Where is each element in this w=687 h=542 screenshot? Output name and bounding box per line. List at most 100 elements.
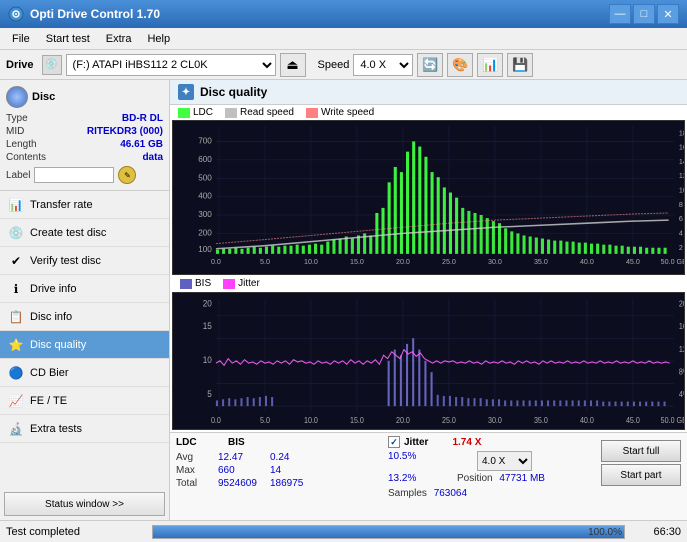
svg-text:5.0: 5.0 (260, 416, 270, 425)
samples-label: Samples (388, 488, 427, 499)
svg-text:30.0: 30.0 (488, 258, 502, 266)
svg-text:15: 15 (203, 321, 212, 331)
drive-info-label: Drive info (30, 283, 76, 295)
chart1-container: 700 600 500 400 300 200 100 18 X 16 X 14… (172, 120, 685, 275)
speed-value: 1.74 X (452, 437, 481, 448)
bis-legend-label: BIS (195, 278, 211, 289)
stats-area: LDC BIS Avg 12.47 0.24 Max 660 14 Total … (170, 432, 687, 520)
max-bis: 14 (270, 465, 320, 476)
progress-text: 100.0% (588, 526, 622, 540)
svg-text:35.0: 35.0 (534, 416, 548, 425)
drive-info-icon: ℹ (8, 281, 24, 297)
speed-select[interactable]: 4.0 X 2.0 X 8.0 X (353, 54, 413, 76)
svg-text:4 X: 4 X (679, 229, 685, 237)
svg-text:20: 20 (203, 298, 212, 308)
contents-val: data (142, 152, 163, 163)
nav-items: 📊 Transfer rate 💿 Create test disc ✔ Ver… (0, 191, 169, 488)
svg-text:40.0: 40.0 (580, 258, 594, 266)
disc-quality-header: ✦ Disc quality (170, 80, 687, 105)
svg-text:6 X: 6 X (679, 215, 685, 223)
mid-key: MID (6, 126, 24, 137)
svg-text:12%: 12% (679, 345, 685, 354)
ldc-legend-box (178, 108, 190, 118)
disc-quality-title: Disc quality (200, 85, 267, 99)
drive-select[interactable]: (F:) ATAPI iHBS112 2 CL0K (66, 54, 276, 76)
write-speed-legend-box (306, 108, 318, 118)
sidebar-item-disc-info[interactable]: 📋 Disc info (0, 303, 169, 331)
sidebar-item-cd-bier[interactable]: 🔵 CD Bier (0, 359, 169, 387)
jitter-legend-label: Jitter (238, 278, 260, 289)
avg-ldc: 12.47 (218, 452, 268, 463)
sidebar-item-disc-quality[interactable]: ⭐ Disc quality (0, 331, 169, 359)
app-icon (8, 6, 24, 22)
samples-value: 763064 (434, 488, 467, 499)
svg-text:20.0: 20.0 (396, 416, 410, 425)
disc-info-label: Disc info (30, 311, 72, 323)
total-ldc: 9524609 (218, 478, 268, 489)
speed-select-stats[interactable]: 4.0 X (477, 451, 532, 471)
svg-text:300: 300 (198, 210, 212, 219)
sidebar-item-drive-info[interactable]: ℹ Drive info (0, 275, 169, 303)
sidebar-item-fe-te[interactable]: 📈 FE / TE (0, 387, 169, 415)
jitter-legend-box (223, 279, 235, 289)
minimize-button[interactable]: — (609, 4, 631, 24)
disc-quality-icon-header: ✦ (178, 84, 194, 100)
color-button[interactable]: 🎨 (447, 53, 473, 77)
maximize-button[interactable]: □ (633, 4, 655, 24)
svg-text:0.0: 0.0 (211, 258, 221, 266)
main-content: Disc Type BD-R DL MID RITEKDR3 (000) Len… (0, 80, 687, 520)
transfer-rate-label: Transfer rate (30, 199, 93, 211)
svg-text:16 X: 16 X (679, 144, 685, 152)
menu-file[interactable]: File (4, 31, 38, 47)
svg-text:4%: 4% (679, 390, 685, 399)
menu-start-test[interactable]: Start test (38, 31, 98, 47)
svg-text:5: 5 (207, 389, 212, 399)
jitter-checkbox[interactable]: ✓ (388, 436, 400, 448)
app-title: Opti Drive Control 1.70 (30, 7, 160, 21)
max-label: Max (176, 465, 216, 476)
drive-icon: 💿 (42, 55, 62, 75)
disc-info-panel: Disc Type BD-R DL MID RITEKDR3 (000) Len… (0, 80, 169, 191)
length-val: 46.61 GB (120, 139, 163, 150)
sidebar-item-transfer-rate[interactable]: 📊 Transfer rate (0, 191, 169, 219)
label-edit-button[interactable]: ✎ (118, 166, 136, 184)
svg-text:5.0: 5.0 (260, 258, 270, 266)
svg-text:12 X: 12 X (679, 172, 685, 180)
extra-tests-label: Extra tests (30, 423, 82, 435)
svg-text:500: 500 (198, 173, 212, 182)
disc-icon (6, 86, 28, 108)
bis-legend-box (180, 279, 192, 289)
close-button[interactable]: ✕ (657, 4, 679, 24)
eject-button[interactable]: ⏏ (280, 53, 306, 77)
extra-tests-icon: 🔬 (8, 421, 24, 437)
svg-text:10.0: 10.0 (304, 416, 318, 425)
fe-te-label: FE / TE (30, 395, 67, 407)
disc-quality-label: Disc quality (30, 339, 86, 351)
sidebar-item-verify-test-disc[interactable]: ✔ Verify test disc (0, 247, 169, 275)
max-jitter: 13.2% (388, 473, 433, 484)
sidebar-item-create-test-disc[interactable]: 💿 Create test disc (0, 219, 169, 247)
status-window-button[interactable]: Status window >> (4, 492, 165, 516)
sidebar-item-extra-tests[interactable]: 🔬 Extra tests (0, 415, 169, 443)
menu-help[interactable]: Help (139, 31, 178, 47)
speed-label: Speed (318, 59, 350, 71)
svg-text:15.0: 15.0 (350, 416, 364, 425)
verify-test-label: Verify test disc (30, 255, 101, 267)
svg-text:8%: 8% (679, 367, 685, 376)
disc-info-icon: 📋 (8, 309, 24, 325)
elapsed-time: 66:30 (631, 526, 681, 538)
refresh-button[interactable]: 🔄 (417, 53, 443, 77)
start-full-button[interactable]: Start full (601, 440, 681, 462)
svg-text:10 X: 10 X (679, 187, 685, 195)
avg-jitter: 10.5% (388, 451, 433, 471)
svg-text:50.0 GB: 50.0 GB (661, 258, 685, 266)
start-part-button[interactable]: Start part (601, 464, 681, 486)
info-button[interactable]: 📊 (477, 53, 503, 77)
svg-text:20%: 20% (679, 300, 685, 309)
save-button[interactable]: 💾 (507, 53, 533, 77)
action-buttons: Start full Start part (601, 440, 681, 517)
label-key: Label (6, 170, 30, 181)
svg-text:400: 400 (198, 192, 212, 201)
menu-extra[interactable]: Extra (98, 31, 140, 47)
label-input[interactable] (34, 167, 114, 183)
